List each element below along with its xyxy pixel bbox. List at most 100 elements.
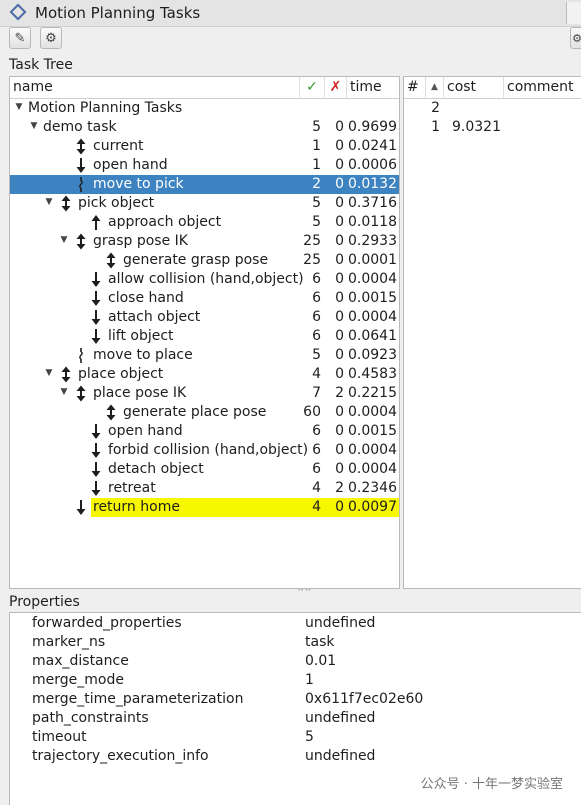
solution-row[interactable]: 1 9.0321 — [404, 118, 581, 137]
task-tree-row[interactable]: ▼ place pose IK 7 2 0.2215 — [10, 384, 398, 403]
column-header-failure[interactable]: ✗ — [325, 77, 347, 99]
expand-chevron-icon[interactable]: ▼ — [59, 235, 69, 245]
property-value[interactable]: 0x611f7ec02e60 — [305, 690, 423, 709]
expand-chevron-icon[interactable]: ▼ — [44, 368, 54, 378]
time-value: 0.2933 — [348, 233, 397, 249]
sort-ascending-icon[interactable]: ▲ — [426, 77, 444, 99]
property-row[interactable]: path_constraints undefined — [10, 709, 581, 728]
success-count: 4 — [312, 480, 321, 496]
column-header-success[interactable]: ✓ — [300, 77, 325, 99]
property-row[interactable]: merge_mode 1 — [10, 671, 581, 690]
window-title: Motion Planning Tasks — [35, 4, 201, 22]
time-value: 0.0923 — [348, 347, 397, 363]
solution-row[interactable]: 2 — [404, 99, 581, 118]
arrow-down-icon — [90, 460, 102, 479]
property-row[interactable]: max_distance 0.01 — [10, 652, 581, 671]
task-tree-row[interactable]: generate place pose 60 0 0.0004 — [10, 403, 398, 422]
expand-chevron-icon[interactable]: ▼ — [59, 387, 69, 397]
toolbar: ✎ ⚙ ⚙ — [0, 26, 581, 52]
failure-count: 0 — [335, 442, 344, 458]
edit-button[interactable]: ✎ — [9, 27, 31, 49]
task-name: open hand — [108, 423, 183, 439]
column-header-name[interactable]: name — [10, 77, 300, 99]
task-tree-row[interactable]: ▼ grasp pose IK 25 0 0.2933 — [10, 232, 398, 251]
task-tree-row[interactable]: close hand 6 0 0.0015 — [10, 289, 398, 308]
property-key: merge_mode — [32, 672, 124, 688]
time-value: 0.0132 — [348, 176, 397, 192]
column-header-comment[interactable]: comment — [504, 77, 581, 99]
failure-count: 0 — [335, 309, 344, 325]
property-row[interactable]: trajectory_execution_info undefined — [10, 747, 581, 766]
time-value: 0.0004 — [348, 271, 397, 287]
task-tree-row[interactable]: approach object 5 0 0.0118 — [10, 213, 398, 232]
failure-count: 0 — [335, 214, 344, 230]
property-value[interactable]: undefined — [305, 747, 375, 766]
task-tree-row[interactable]: move to pick 2 0 0.0132 — [10, 175, 399, 194]
property-value[interactable]: 0.01 — [305, 652, 336, 671]
property-value[interactable]: undefined — [305, 709, 375, 728]
property-value[interactable]: undefined — [305, 614, 375, 633]
arrow-updown-icon — [75, 232, 87, 251]
arrow-down-icon — [90, 327, 102, 346]
gear-icon: ⚙ — [572, 31, 581, 45]
task-tree-row[interactable]: move to place 5 0 0.0923 — [10, 346, 398, 365]
success-count: 6 — [312, 328, 321, 344]
task-tree-row[interactable]: return home 4 0 0.0097 — [76, 498, 399, 517]
property-row[interactable]: marker_ns task — [10, 633, 581, 652]
success-count: 7 — [312, 385, 321, 401]
property-value[interactable]: 1 — [305, 671, 314, 690]
arrow-updown-icon — [60, 194, 72, 213]
property-key: trajectory_execution_info — [32, 748, 209, 764]
expand-chevron-icon[interactable]: ▼ — [44, 197, 54, 207]
failure-count: 0 — [335, 499, 344, 515]
property-value[interactable]: task — [305, 633, 334, 652]
column-header-cost[interactable]: cost — [444, 77, 504, 99]
property-row[interactable]: merge_time_parameterization 0x611f7ec02e6… — [10, 690, 581, 709]
failure-count: 0 — [335, 195, 344, 211]
success-count: 25 — [303, 252, 321, 268]
time-value: 0.4583 — [348, 366, 397, 382]
failure-count: 0 — [335, 290, 344, 306]
time-value: 0.0015 — [348, 290, 397, 306]
task-tree-row[interactable]: open hand 1 0 0.0006 — [10, 156, 398, 175]
settings-button-right[interactable]: ⚙ — [570, 27, 581, 49]
task-tree-row[interactable]: detach object 6 0 0.0004 — [10, 460, 398, 479]
connect-icon — [75, 346, 87, 365]
task-tree-row[interactable]: current 1 0 0.0241 — [10, 137, 398, 156]
expand-chevron-icon[interactable]: ▼ — [29, 121, 39, 131]
solutions-view[interactable]: # ▲ cost comment 2 1 9.0321 — [403, 76, 581, 589]
column-header-index[interactable]: # — [404, 77, 426, 99]
task-name: demo task — [43, 119, 117, 135]
task-name: grasp pose IK — [93, 233, 188, 249]
property-row[interactable]: timeout 5 — [10, 728, 581, 747]
task-tree-row[interactable]: allow collision (hand,object) 6 0 0.0004 — [10, 270, 398, 289]
splitter-handle[interactable]: ⠒⠒ — [297, 586, 312, 597]
column-header-time[interactable]: time — [347, 77, 399, 99]
task-tree-row[interactable]: generate grasp pose 25 0 0.0001 — [10, 251, 398, 270]
task-tree-row[interactable]: open hand 6 0 0.0015 — [10, 422, 398, 441]
failure-count: 0 — [335, 138, 344, 154]
success-count: 6 — [312, 461, 321, 477]
task-tree-view[interactable]: name ✓ ✗ time ▼ Motion Planning Tasks ▼ dem… — [9, 76, 400, 589]
task-tree-row[interactable]: forbid collision (hand,object) 6 0 0.0004 — [10, 441, 398, 460]
task-tree-row[interactable]: attach object 6 0 0.0004 — [10, 308, 398, 327]
arrow-down-icon — [90, 441, 102, 460]
failure-count: 0 — [335, 271, 344, 287]
task-tree-row[interactable]: ▼ demo task 5 0 0.9699 — [10, 118, 398, 137]
success-count: 2 — [312, 176, 321, 192]
expand-chevron-icon[interactable]: ▼ — [14, 102, 24, 112]
property-value[interactable]: 5 — [305, 728, 314, 747]
watermark: 公众号 · 十年一梦实验室 — [420, 777, 563, 792]
diamond-icon — [9, 3, 27, 21]
property-row[interactable]: forwarded_properties undefined — [10, 614, 581, 633]
arrow-down-icon — [90, 479, 102, 498]
arrow-down-icon — [75, 498, 87, 517]
task-tree-row[interactable]: ▼ pick object 5 0 0.3716 — [10, 194, 398, 213]
task-name: open hand — [93, 157, 168, 173]
task-tree-row[interactable]: ▼ place object 4 0 0.4583 — [10, 365, 398, 384]
settings-button[interactable]: ⚙ — [40, 27, 62, 49]
task-name: pick object — [78, 195, 155, 211]
task-tree-row[interactable]: ▼ Motion Planning Tasks — [10, 99, 398, 118]
task-tree-row[interactable]: retreat 4 2 0.2346 — [10, 479, 398, 498]
task-tree-row[interactable]: lift object 6 0 0.0641 — [10, 327, 398, 346]
